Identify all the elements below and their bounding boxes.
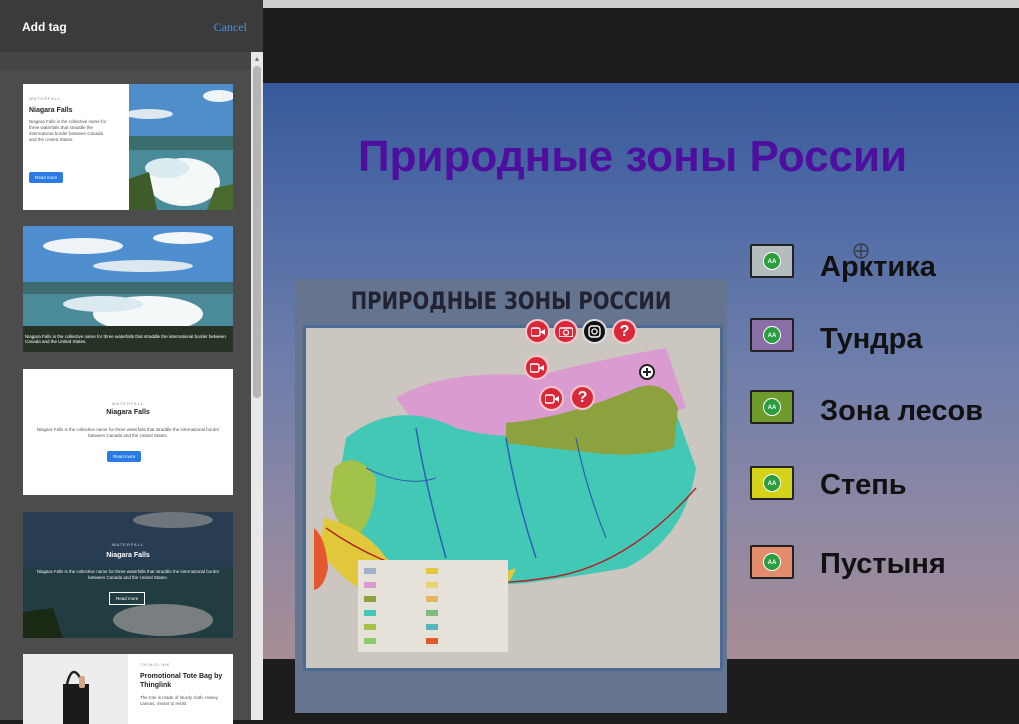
tag-badge-icon: АА: [763, 252, 781, 270]
card-description: Niagara Falls is the collective name for…: [36, 569, 220, 580]
card-title: Niagara Falls: [29, 107, 73, 114]
tag-badge-icon: АА: [763, 474, 781, 492]
legend-button-steppe[interactable]: АА: [750, 466, 794, 500]
russia-natural-zones-map[interactable]: [303, 325, 723, 671]
plus-circle-icon: [643, 368, 651, 376]
add-tag-crosshair[interactable]: [639, 364, 655, 380]
legend-button-desert[interactable]: АА: [750, 545, 794, 579]
tote-bag-image: [23, 654, 128, 724]
map-illustration: [306, 328, 720, 668]
cancel-button[interactable]: Cancel: [214, 20, 247, 35]
panel-title: Add tag: [22, 20, 67, 34]
legend-button-forest[interactable]: АА: [750, 390, 794, 424]
template-card-product[interactable]: THINGLINK Promotional Tote Bag by Thingl…: [23, 654, 233, 724]
camera-icon: [558, 327, 573, 337]
tag-badge-icon: АА: [763, 553, 781, 571]
legend-label-steppe: Степь: [820, 469, 907, 501]
tote-bag-icon: [63, 670, 89, 724]
legend-label-forest: Зона лесов: [820, 395, 984, 427]
tag-badge-icon: АА: [763, 326, 781, 344]
window-top-strip: [263, 0, 1019, 8]
template-card-image-overlay[interactable]: WATERFALL Niagara Falls Niagara Falls is…: [23, 512, 233, 638]
panel-subbar: [0, 52, 263, 70]
panel-header: Add tag Cancel: [0, 0, 263, 52]
read-more-button[interactable]: Read more: [109, 592, 146, 605]
video-camera-icon: [544, 393, 559, 404]
video-camera-icon: [530, 326, 545, 337]
scrollbar-thumb[interactable]: [253, 66, 261, 398]
card-title: Promotional Tote Bag by Thinglink: [140, 673, 223, 689]
card-title: Niagara Falls: [106, 409, 150, 416]
camera-hotspot[interactable]: [553, 319, 578, 344]
legend-label-tundra: Тундра: [820, 323, 923, 355]
template-card-full-image[interactable]: Niagara Falls is the collective name for…: [23, 226, 233, 352]
legend-label-arctic: Арктика: [820, 251, 936, 283]
map-heading: ПРИРОДНЫЕ ЗОНЫ РОССИИ: [350, 287, 672, 315]
cursor-crosshair-icon: [853, 243, 869, 259]
question-icon: ?: [577, 388, 588, 406]
card-description: Niagara Falls is the collective name for…: [36, 427, 220, 438]
read-more-button[interactable]: Read more: [107, 451, 142, 462]
map-image-frame: ПРИРОДНЫЕ ЗОНЫ РОССИИ: [295, 279, 727, 713]
card-title: Niagara Falls: [106, 552, 150, 559]
card-kicker: THINGLINK: [140, 662, 171, 667]
video-camera-icon: [529, 362, 544, 373]
question-hotspot-1[interactable]: ?: [612, 319, 637, 344]
instagram-icon: [588, 325, 601, 338]
card-text: THINGLINK Promotional Tote Bag by Thingl…: [140, 662, 230, 707]
card-text: WATERFALL Niagara Falls Niagara Falls is…: [29, 96, 129, 143]
legend-button-tundra[interactable]: АА: [750, 318, 794, 352]
card-description: The tote is made of sturdy cloth. Heavy …: [140, 695, 219, 706]
question-hotspot-2[interactable]: ?: [570, 385, 595, 410]
video-hotspot-1[interactable]: [525, 319, 550, 344]
read-more-button[interactable]: Read more: [29, 172, 64, 183]
question-icon: ?: [619, 322, 630, 340]
card-kicker: WATERFALL: [29, 96, 62, 101]
video-hotspot-3[interactable]: [539, 386, 564, 411]
video-hotspot-2[interactable]: [524, 355, 549, 380]
waterfall-image: [129, 84, 233, 210]
template-card-centered-text[interactable]: WATERFALL Niagara Falls Niagara Falls is…: [23, 369, 233, 495]
template-card-text-image[interactable]: WATERFALL Niagara Falls Niagara Falls is…: [23, 84, 233, 210]
slide-title: Природные зоны России: [358, 132, 908, 181]
card-description: Niagara Falls is the collective name for…: [29, 119, 107, 142]
card-kicker: WATERFALL: [111, 542, 145, 547]
legend-label-desert: Пустыня: [820, 548, 946, 580]
legend-button-arctic[interactable]: АА: [750, 244, 794, 278]
card-kicker: WATERFALL: [111, 401, 145, 406]
instagram-hotspot[interactable]: [582, 319, 607, 344]
add-tag-panel: Add tag Cancel ▲ WATERFALL Niagara Falls…: [0, 0, 263, 724]
tag-badge-icon: АА: [763, 398, 781, 416]
card-caption: Niagara Falls is the collective name for…: [25, 334, 226, 344]
editor-canvas: ПРИРОДНЫЕ ЗОНЫ РОССИИ ? ? АА Арктика АА …: [263, 0, 1019, 720]
scroll-up-arrow-icon[interactable]: ▲: [251, 55, 263, 65]
